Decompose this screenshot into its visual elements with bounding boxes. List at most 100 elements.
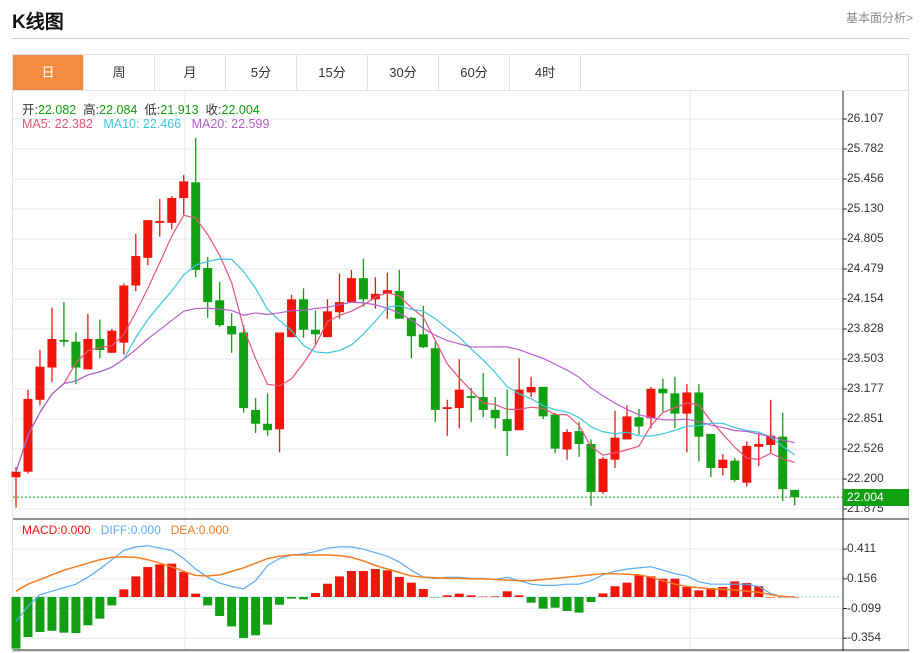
macd-bar [526,597,536,603]
high-value: 22.084 [99,103,138,117]
candle-down [538,386,548,417]
high-label: 高: [83,103,100,117]
macd-bar [287,597,297,599]
last-price-tag: 22.004 [843,489,909,506]
macd-bar [562,597,572,611]
candle-up [167,197,177,223]
macd-bar [227,597,237,627]
candle-down [670,393,680,414]
macd-bar [418,588,428,597]
candle-up [646,388,656,419]
close-value: 22.004 [221,103,260,117]
price-tick-label: 26.107 [847,111,884,125]
candle-up [598,458,608,492]
candle-up [11,471,21,478]
price-tick-label: 22.526 [847,441,884,455]
macd-bar [311,593,320,597]
macd-tick-label: -0.099 [847,600,882,615]
candle-up [179,181,189,198]
price-tick-label: 23.503 [847,350,884,365]
macd-info: MACD:0.000 DIFF:0.000 DEA:0.000 [22,523,229,537]
candle-up [562,432,572,450]
price-tick-label: 23.177 [847,381,884,395]
candle-down [730,460,740,480]
candle-down [263,423,273,431]
macd-bar [239,597,249,639]
macd-bar [275,597,285,605]
candle-up [526,386,536,393]
macd-bar [586,597,596,603]
macd-bar [11,597,21,649]
ma10-value: MA10: 22.466 [103,117,182,131]
macd-bar [251,597,261,636]
macd-bar [406,582,416,597]
candle-down [59,339,69,342]
macd-bar [191,593,201,597]
macd-bar [694,590,704,597]
candle-down [311,329,320,335]
macd-bar [634,575,644,597]
candle-down [706,433,716,468]
macd-bar [215,597,225,616]
macd-bar [95,597,105,619]
macd-bar [670,578,680,597]
macd-bar [442,595,452,597]
macd-bar [203,597,213,606]
macd-bar [83,597,93,626]
macd-bar [71,597,81,634]
candle-up [35,366,45,400]
macd-bar [466,595,476,597]
candle-down [251,409,261,424]
macd-bar [490,596,500,597]
price-tick-label: 24.805 [847,230,884,245]
candle-down [550,414,560,449]
candle-down [203,268,213,303]
candle-down [191,182,201,270]
candle-down [490,409,500,419]
candle-up [107,330,117,353]
candle-down [574,431,584,445]
price-tick-label: 25.782 [847,140,884,155]
macd-bar [646,576,656,597]
candle-up [622,416,632,440]
price-tick-label: 22.200 [847,471,884,486]
candle-down [634,417,644,427]
macd-bar [47,597,57,631]
ma5-value: MA5: 22.382 [22,117,93,131]
macd-bar [718,586,728,597]
macd-bar [610,586,620,597]
ma10-line [15,258,796,472]
close-label: 收: [205,103,222,117]
macd-bar [574,597,584,613]
candle-down [586,444,596,492]
macd-bar [766,597,776,598]
low-value: 21.913 [160,103,199,117]
macd-bar [143,567,153,597]
macd-bar [35,597,45,632]
low-label: 低: [144,103,161,117]
ma20-line [15,301,795,472]
macd-bar [382,570,392,597]
candle-up [131,256,141,286]
macd-bar [598,593,608,597]
candle-down [299,299,309,330]
macd-bar [322,583,332,597]
candle-down [430,348,440,410]
price-tick-label: 23.828 [847,321,884,336]
candle-down [694,392,704,437]
macd-bar [346,571,356,597]
macd-bar [394,576,404,597]
ma20-value: MA20: 22.599 [191,117,270,131]
candle-down [215,300,225,326]
macd-tick-label: 0.156 [847,570,878,585]
candle-up [275,332,285,430]
price-tick-label: 22.851 [847,411,884,426]
price-tick-label: 25.130 [847,201,884,216]
candle-up [610,437,620,460]
macd-bar [538,597,548,609]
price-tick-label: 24.154 [847,290,884,305]
dea-value: DEA:0.000 [170,523,229,537]
diff-value: DIFF:0.000 [100,523,161,537]
macd-tick-label: 0.411 [847,541,877,556]
kline-chart[interactable] [0,0,921,653]
